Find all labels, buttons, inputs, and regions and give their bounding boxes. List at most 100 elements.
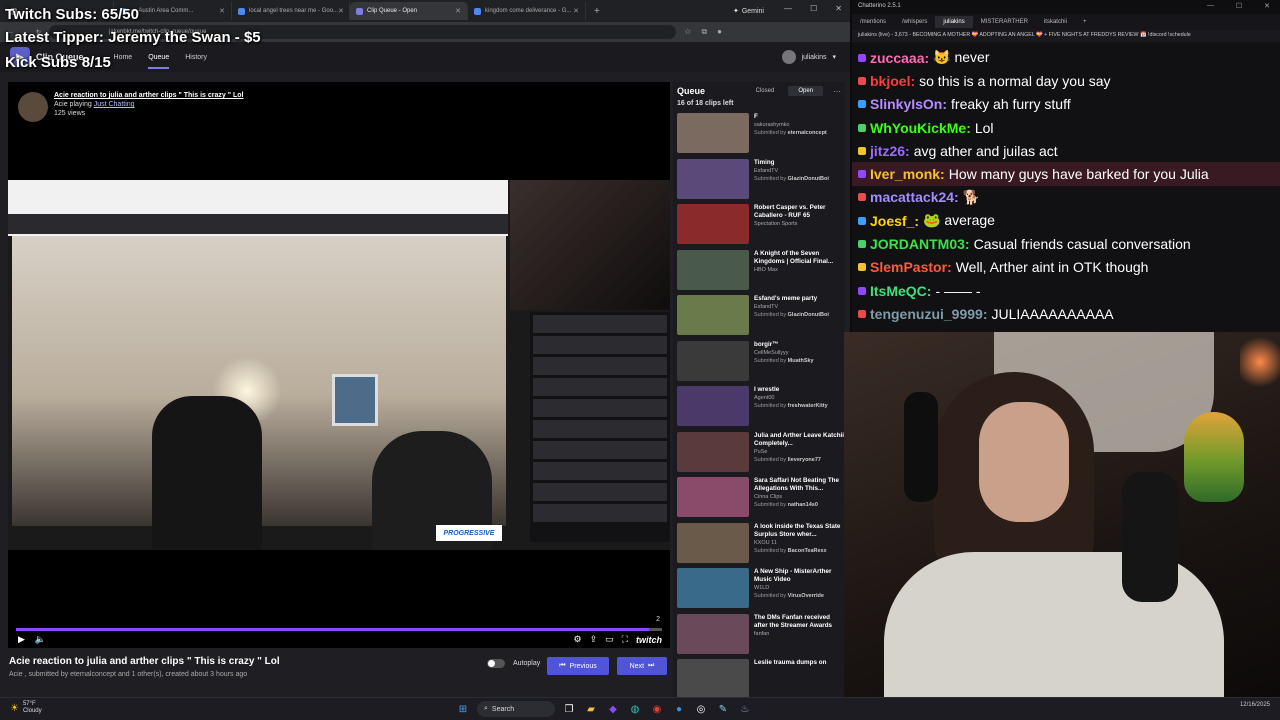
taskbar-search[interactable]: ⌕ Search [477,701,555,717]
clip-player[interactable]: Acie reaction to julia and arther clips … [8,82,670,648]
chat-text: 🐕 [962,188,981,205]
queue-item-title: Sara Saffari Not Beating The Allegations… [754,477,840,492]
chat-badge-icon [858,263,866,272]
progress-bar[interactable] [16,628,662,631]
chat-username[interactable]: SlinkyIsOn: [870,96,947,112]
edge-icon[interactable]: ◍ [627,701,643,717]
queue-item[interactable]: The DMs Fanfan received after the Stream… [673,613,845,658]
fullscreen-icon[interactable]: ⛶ [622,634,628,645]
chat-username[interactable]: JORDANTM03: [870,236,970,252]
queue-item[interactable]: Sara Saffari Not Beating The Allegations… [673,477,845,521]
video-frame[interactable]: PROGRESSIVE [8,180,670,550]
queue-item[interactable]: Esfand's meme party EsfandTV Submitted by … [673,295,845,339]
queue-open-button[interactable]: Open [788,86,823,96]
minimize-icon[interactable]: — [1207,2,1214,10]
chat-tab-itskatchii[interactable]: itskatchii [1036,16,1075,28]
close-icon[interactable]: ✕ [1264,2,1270,10]
weather-widget[interactable]: ☀ 57°F Cloudy [10,701,42,715]
browser-tab[interactable]: kingdom come deliverance - G... ✕ [468,2,586,20]
chat-username[interactable]: zuccaaa: [870,50,929,66]
autoplay-control[interactable]: Autoplay [487,659,540,668]
queue-item[interactable]: Fsakurashymko Submitted by eternalconcept [673,113,845,157]
nav-history[interactable]: History [185,54,207,61]
nav-queue[interactable]: Queue [148,54,170,69]
bookmark-star-icon[interactable]: ☆ [684,27,691,37]
file-explorer-icon[interactable]: ▰ [583,701,599,717]
chat-username[interactable]: Iver_monk: [870,166,945,182]
chat-username[interactable]: WhYouKickMe: [870,120,971,136]
queue-item-submitter: Submitted by BaconTeaRexx [754,547,827,554]
chat-username[interactable]: jitz26: [870,143,910,159]
more-options-icon[interactable]: ⋯ [833,87,841,96]
minimize-icon[interactable]: — [784,4,792,13]
queue-item[interactable]: A New Ship - MisterArther Music Video W1L… [673,568,845,612]
chat-username[interactable]: tengenuzui_9999: [870,306,987,322]
chat-username[interactable]: macattack24: [870,189,959,205]
chat-username[interactable]: ItsMeQC: [870,283,931,299]
queue-item[interactable]: Robert Casper vs. Peter Caballero - RUF … [673,204,845,248]
chat-tab-whispers[interactable]: /whispers [894,16,935,28]
tab-close-icon[interactable]: ✕ [219,7,225,15]
browser-tab[interactable]: local angel trees near me - Goo... ✕ [232,2,350,20]
steam-icon[interactable]: ♨ [737,701,753,717]
tab-close-icon[interactable]: ✕ [573,7,579,15]
browser-tab-active[interactable]: Clip Queue - Open ✕ [350,2,468,20]
queue-item[interactable]: Leslie trauma dumps on [673,659,845,697]
chat-message: bkjoel: so this is a normal day you say [852,69,1280,92]
queue-list: Fsakurashymko Submitted by eternalconcept… [673,113,845,697]
queue-item[interactable]: Timing EsfandTV Submitted by GlazinDonutBo… [673,158,845,203]
clip-title-link[interactable]: Acie reaction to julia and arther clips … [54,92,243,99]
broadcaster-avatar [18,92,48,122]
tab-close-icon[interactable]: ✕ [338,7,344,15]
chevron-down-icon: ▾ [832,54,836,61]
profile-icon[interactable]: ● [717,27,722,37]
share-icon[interactable]: ⇪ [590,634,598,645]
chat-tab-juliakins[interactable]: juliakins [935,16,973,28]
queue-item-title: I wrestle [754,386,780,393]
theater-mode-icon[interactable]: ▭ [605,634,614,645]
chat-badge-icon [858,240,866,249]
chat-username[interactable]: bkjoel: [870,73,915,89]
chat-username[interactable]: SlemPastor: [870,259,952,275]
app-icon[interactable]: ● [671,701,687,717]
chat-tab-mentions[interactable]: /mentions [852,16,894,28]
game-link[interactable]: Just Chatting [94,101,135,108]
chrome-icon[interactable]: ◉ [649,701,665,717]
queue-item-info: Julia and Arther Leave Katchii Completel… [754,432,845,476]
settings-gear-icon[interactable]: ⚙ [574,634,582,645]
play-icon[interactable]: ▶ [18,634,25,645]
chatterino-icon[interactable]: ✎ [715,701,731,717]
app-icon[interactable]: ◆ [605,701,621,717]
player-right-controls: ⚙ ⇪ ▭ ⛶ twitch [574,634,662,645]
tab-close-icon[interactable]: ✕ [455,7,461,15]
start-windows-icon[interactable]: ⊞ [455,701,471,717]
autoplay-toggle[interactable] [487,659,505,668]
queue-item[interactable]: A look inside the Texas State Surplus St… [673,522,845,567]
new-tab-button[interactable]: + [586,6,608,17]
obs-icon[interactable]: ◎ [693,701,709,717]
maximize-icon[interactable]: ☐ [810,4,817,13]
queue-item[interactable]: A Knight of the Seven Kingdoms | Officia… [673,249,845,294]
chat-tab-misterarther[interactable]: MISTERARTHER [973,16,1036,28]
queue-item[interactable]: I wrestle Agent00 Submitted by freshwaterK… [673,386,845,430]
close-icon[interactable]: ✕ [835,4,842,13]
user-menu[interactable]: juliakins ▾ [781,50,836,64]
nav-home[interactable]: Home [114,54,133,61]
maximize-icon[interactable]: ☐ [1236,2,1242,10]
chat-username[interactable]: Joesf_: [870,213,919,229]
task-view-icon[interactable]: ❐ [561,701,577,717]
add-tab-icon[interactable]: + [1075,16,1095,28]
overlay-kick-subs: Kick Subs 8/15 [5,54,111,71]
twitch-logo[interactable]: twitch [636,635,662,645]
previous-button[interactable]: ⏮ Previous [547,657,609,675]
gemini-button[interactable]: ✦ Gemini [733,7,764,16]
next-button[interactable]: Next ⏭ [617,657,667,675]
previous-label: Previous [569,662,597,670]
tray-clock[interactable]: 12/16/2025 [1240,702,1270,708]
queue-item[interactable]: borgir™ CellMeSullyyy Submitted by MuathSk… [673,340,845,385]
queue-closed-button[interactable]: Closed [746,86,785,96]
extensions-icon[interactable]: ⧉ [701,27,707,37]
volume-icon[interactable]: 🔈 [35,634,46,645]
queue-thumbnail [677,340,749,381]
queue-item[interactable]: Julia and Arther Leave Katchii Completel… [673,431,845,476]
